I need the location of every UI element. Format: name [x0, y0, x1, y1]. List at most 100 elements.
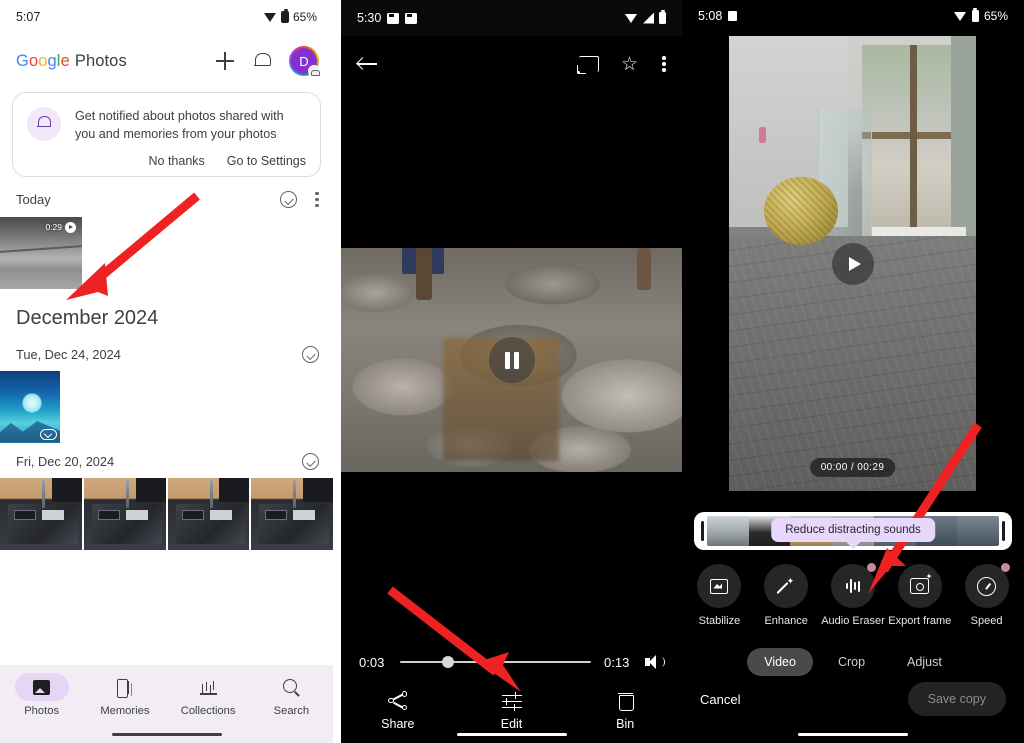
- timeline-filmstrip[interactable]: Reduce distracting sounds: [694, 512, 1012, 550]
- playback-controls: 0:03 0:13: [341, 645, 682, 679]
- image-detail: [637, 248, 652, 290]
- status-bar: 5:07 65%: [0, 0, 333, 34]
- tab-video[interactable]: Video: [747, 648, 813, 676]
- date-label: Tue, Dec 24, 2024: [16, 346, 121, 362]
- more-vertical-icon[interactable]: [662, 55, 666, 73]
- no-thanks-button[interactable]: No thanks: [149, 154, 205, 168]
- home-indicator: [798, 732, 908, 736]
- thumb-detail: [181, 509, 204, 520]
- editor-preview[interactable]: 00:00 / 00:29: [729, 36, 976, 491]
- header-actions: D: [215, 46, 320, 77]
- save-copy-button[interactable]: Save copy: [907, 682, 1006, 716]
- memories-icon: [116, 678, 133, 698]
- action-label: Edit: [500, 716, 523, 731]
- edit-sliders-icon: [501, 692, 522, 710]
- status-time: 5:30: [357, 11, 382, 25]
- photo-thumbnail[interactable]: [167, 477, 250, 550]
- play-circle-icon[interactable]: [831, 242, 874, 285]
- avatar[interactable]: D: [289, 46, 320, 77]
- thumb-detail: [42, 509, 64, 520]
- action-label: Bin: [616, 716, 635, 731]
- tool-enhance[interactable]: Enhance: [753, 564, 820, 627]
- check-circle-icon[interactable]: [302, 452, 319, 470]
- panel-video-viewer: 5:30 ☆ 0:03 0:13 Share Edit Bin: [341, 0, 682, 743]
- notification-card-actions: No thanks Go to Settings: [75, 154, 307, 168]
- notification-card-body: Get notified about photos shared with yo…: [75, 107, 306, 168]
- logo-product-name: Photos: [74, 51, 127, 70]
- status-time: 5:08: [698, 9, 723, 23]
- back-arrow-icon[interactable]: [357, 56, 377, 72]
- nav-item-photos[interactable]: Photos: [0, 673, 83, 717]
- tool-export-frame[interactable]: Export frame: [886, 564, 953, 627]
- collections-icon: [199, 679, 217, 695]
- cancel-button[interactable]: Cancel: [700, 692, 740, 707]
- logo-letter: o: [28, 51, 39, 70]
- volume-icon[interactable]: [645, 654, 665, 670]
- photo-thumbnail[interactable]: [0, 477, 82, 550]
- tab-adjust[interactable]: Adjust: [890, 648, 959, 676]
- image-detail: [909, 45, 917, 246]
- total-time: 0:13: [604, 654, 630, 670]
- tool-label: Enhance: [764, 615, 808, 627]
- status-left: 5:30: [357, 11, 418, 25]
- date-header-dec24: Tue, Dec 24, 2024: [0, 336, 333, 371]
- tool-audio-eraser[interactable]: Audio Eraser: [820, 563, 887, 627]
- thumb-detail: [209, 509, 232, 520]
- viewer-toolbar: ☆: [341, 36, 682, 92]
- nav-item-memories[interactable]: Memories: [83, 673, 166, 717]
- go-to-settings-button[interactable]: Go to Settings: [227, 154, 306, 168]
- notification-icon: [387, 12, 400, 24]
- tooltip-reduce-sounds: Reduce distracting sounds: [771, 518, 935, 542]
- image-detail: [416, 248, 433, 300]
- video-thumbnail[interactable]: 0:29: [0, 216, 82, 289]
- plus-icon[interactable]: [215, 51, 235, 71]
- tool-label: Stabilize: [698, 615, 741, 627]
- thumb-detail: [125, 509, 148, 520]
- trim-handle-right[interactable]: [999, 516, 1008, 546]
- sun-shape: [22, 392, 42, 413]
- nav-pill: [181, 673, 235, 701]
- trim-handle-left[interactable]: [698, 516, 707, 546]
- screenshot-triptych: 5:07 65% Google Photos D Get notified ab…: [0, 0, 1024, 743]
- pause-icon[interactable]: [488, 337, 535, 383]
- notification-message: Get notified about photos shared with yo…: [75, 109, 284, 142]
- cast-icon[interactable]: [577, 56, 599, 74]
- date-label: Fri, Dec 20, 2024: [16, 453, 115, 469]
- status-left: 5:08: [698, 9, 738, 23]
- video-duration: 0:29: [45, 222, 62, 232]
- nav-pill: [264, 673, 318, 701]
- nav-pill: [14, 673, 69, 701]
- bin-button[interactable]: Bin: [568, 692, 682, 731]
- duration-badge: 0:29: [45, 221, 76, 233]
- nav-label: Memories: [100, 705, 150, 717]
- bell-icon[interactable]: [253, 51, 271, 71]
- notification-icon: [405, 12, 418, 24]
- edit-button[interactable]: Edit: [455, 692, 569, 731]
- photo-thumbnail[interactable]: [0, 370, 60, 443]
- section-title: Today: [16, 192, 51, 207]
- star-icon[interactable]: ☆: [621, 55, 640, 74]
- tool-speed[interactable]: Speed: [953, 563, 1020, 627]
- photo-thumbnail[interactable]: [251, 477, 333, 550]
- check-circle-icon[interactable]: [280, 191, 297, 208]
- battery-icon: [659, 9, 666, 24]
- video-stage[interactable]: [341, 248, 682, 472]
- nav-item-collections[interactable]: Collections: [167, 673, 250, 717]
- nav-item-search[interactable]: Search: [250, 673, 333, 717]
- photo-thumbnail[interactable]: [83, 477, 166, 550]
- thumb-detail: [42, 479, 45, 508]
- more-vertical-icon[interactable]: [315, 191, 319, 209]
- speed-gauge-icon: [977, 576, 997, 596]
- scrubber-slider[interactable]: [400, 656, 591, 668]
- bell-notification-icon: [27, 107, 61, 141]
- check-circle-icon[interactable]: [302, 345, 319, 363]
- nav-pill: [98, 673, 152, 701]
- tool-stabilize[interactable]: Stabilize: [686, 564, 753, 627]
- scrubber-thumb[interactable]: [441, 656, 454, 668]
- tab-crop[interactable]: Crop: [821, 648, 882, 676]
- share-button[interactable]: Share: [341, 691, 455, 731]
- thumb-detail: [209, 479, 213, 508]
- tool-label: Export frame: [888, 615, 952, 627]
- nav-label: Collections: [180, 705, 236, 717]
- status-indicators: 65%: [953, 7, 1008, 23]
